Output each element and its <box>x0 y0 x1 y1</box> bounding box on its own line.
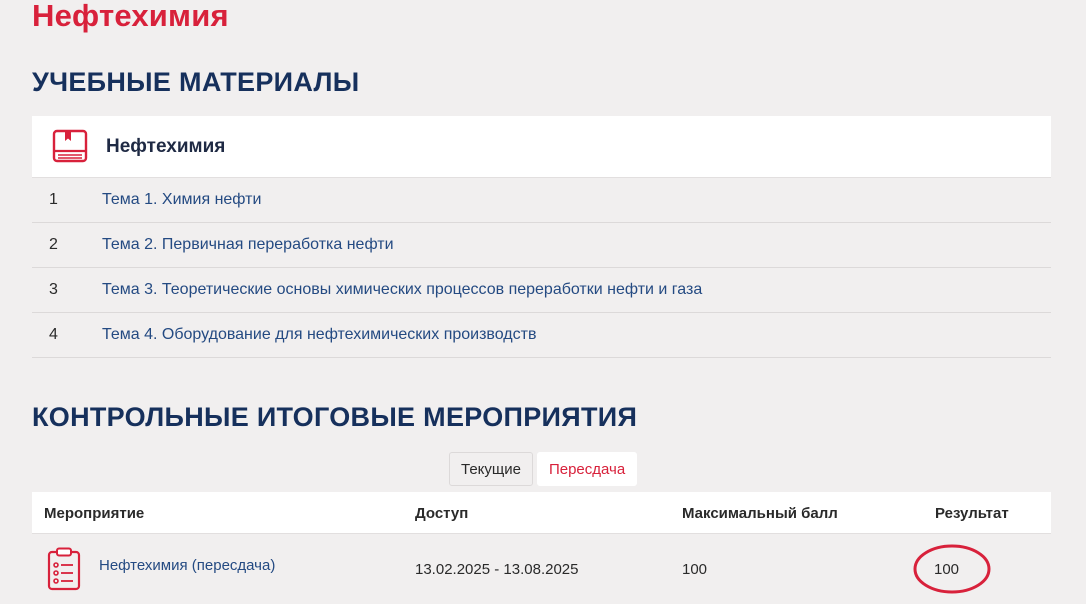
topic-link-2[interactable]: Тема 2. Первичная переработка нефти <box>102 236 394 254</box>
events-section-title: КОНТРОЛЬНЫЕ ИТОГОВЫЕ МЕРОПРИЯТИЯ <box>32 402 638 432</box>
topic-number: 1 <box>49 191 58 208</box>
event-result: 100 <box>934 561 960 578</box>
events-table: Мероприятие Доступ Максимальный балл Рез… <box>32 492 1051 604</box>
materials-section-title: УЧЕБНЫЕ МАТЕРИАЛЫ <box>32 67 360 97</box>
clipboard-icon <box>46 547 82 591</box>
topic-row: 3 Тема 3. Теоретические основы химически… <box>32 268 1051 313</box>
topic-row: 4 Тема 4. Оборудование для нефтехимическ… <box>32 313 1051 358</box>
event-name-link[interactable]: Нефтехимия (пересдача) <box>99 557 275 574</box>
table-header: Мероприятие Доступ Максимальный балл Рез… <box>32 492 1051 533</box>
topic-link-4[interactable]: Тема 4. Оборудование для нефтехимических… <box>102 326 536 344</box>
tab-current[interactable]: Текущие <box>449 452 533 486</box>
materials-card: Нефтехимия 1 Тема 1. Химия нефти 2 Тема … <box>32 116 1051 358</box>
column-header-event: Мероприятие <box>44 505 145 522</box>
topic-row: 2 Тема 2. Первичная переработка нефти <box>32 223 1051 268</box>
course-title: Нефтехимия <box>106 135 226 157</box>
book-icon <box>52 129 88 165</box>
topic-number: 2 <box>49 236 58 253</box>
topic-number: 3 <box>49 281 58 298</box>
column-header-access: Доступ <box>415 505 469 522</box>
table-row: Нефтехимия (пересдача) 13.02.2025 - 13.0… <box>32 533 1051 604</box>
events-tabs: Текущие Пересдача <box>449 452 638 486</box>
event-max-score: 100 <box>682 561 708 578</box>
page-title: Нефтехимия <box>32 0 229 33</box>
topic-link-3[interactable]: Тема 3. Теоретические основы химических … <box>102 281 702 299</box>
topic-number: 4 <box>49 326 58 343</box>
topic-row: 1 Тема 1. Химия нефти <box>32 178 1051 223</box>
topic-link-1[interactable]: Тема 1. Химия нефти <box>102 191 261 209</box>
column-header-max-score: Максимальный балл <box>682 505 838 522</box>
column-header-result: Результат <box>935 505 1009 522</box>
event-access-dates: 13.02.2025 - 13.08.2025 <box>415 561 579 578</box>
course-header: Нефтехимия <box>32 116 1051 178</box>
tab-retake[interactable]: Пересдача <box>536 452 638 486</box>
result-cell: 100 <box>912 543 992 595</box>
